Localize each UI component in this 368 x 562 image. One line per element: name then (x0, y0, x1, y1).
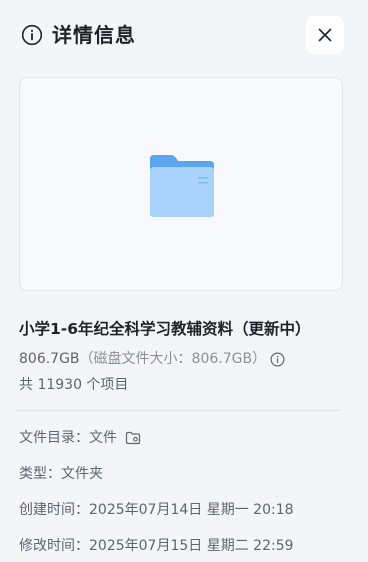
close-button[interactable] (306, 16, 344, 54)
type-value: 文件夹 (61, 466, 103, 482)
info-circle-icon (21, 24, 43, 46)
created-label: 创建时间： (19, 502, 89, 518)
directory-label: 文件目录： (19, 430, 89, 446)
modified-value: 2025年07月15日 星期二 22:59 (89, 538, 294, 554)
details-header: 详情信息 (0, 0, 368, 72)
type-row: 类型： 文件夹 (19, 463, 103, 485)
type-label: 类型： (19, 466, 61, 482)
folder-locate-icon[interactable] (125, 431, 141, 445)
created-row: 创建时间： 2025年07月14日 星期一 20:18 (19, 499, 294, 521)
panel-title: 详情信息 (52, 23, 136, 47)
file-size: 806.7GB （磁盘文件大小：806.7GB） (19, 348, 285, 370)
divider (15, 410, 341, 411)
file-preview (19, 77, 343, 291)
item-count: 共 11930 个项目 (19, 377, 129, 393)
size-value: 806.7GB (19, 351, 80, 367)
created-value: 2025年07月14日 星期一 20:18 (89, 502, 294, 518)
disk-size-text: （磁盘文件大小：806.7GB） (79, 351, 267, 367)
directory-row: 文件目录： 文件 (19, 427, 141, 449)
folder-icon (150, 155, 214, 217)
size-info-icon[interactable] (270, 351, 285, 367)
close-icon (318, 28, 332, 42)
directory-link[interactable]: 文件 (89, 427, 117, 449)
file-name: 小学1-6年纪全科学习教辅资料（更新中） (19, 320, 311, 338)
modified-row: 修改时间： 2025年07月15日 星期二 22:59 (19, 535, 294, 557)
modified-label: 修改时间： (19, 538, 89, 554)
